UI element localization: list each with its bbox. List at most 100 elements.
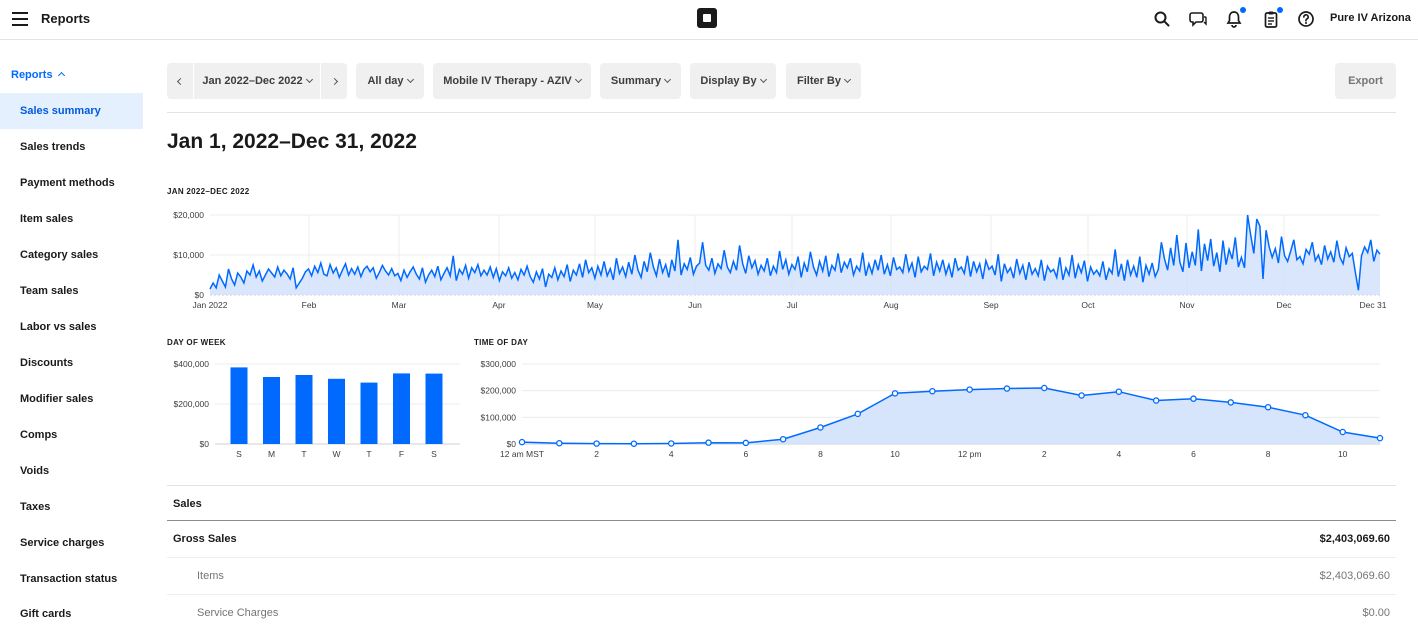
chevron-down-icon: [305, 75, 313, 84]
yearly-sales-chart: $0 $10,000 $20,000 Jan 2022 Feb Mar Apr May Jun J…: [173, 210, 1387, 310]
x-tick-label: Jun: [688, 300, 702, 310]
notifications-icon[interactable]: [1225, 7, 1246, 28]
chevron-down-icon: [664, 75, 672, 84]
data-point: [779, 435, 787, 443]
x-tick-label: Nov: [1179, 300, 1195, 310]
x-tick-label: 12 am MST: [500, 449, 544, 459]
x-tick-label: Aug: [883, 300, 898, 310]
toolbar-divider: [167, 112, 1396, 113]
x-tick-label: 2: [594, 449, 599, 459]
clipboard-badge: [1277, 7, 1283, 13]
x-tick-label: 8: [818, 449, 823, 459]
sidebar-item-transaction-status[interactable]: Transaction status: [0, 561, 143, 597]
x-tick-label: Dec 31: [1360, 300, 1387, 310]
data-point: [705, 439, 712, 446]
date-range-label: Jan 2022–Dec 2022: [202, 75, 303, 87]
day-of-week-chart-title: DAY OF WEEK: [167, 338, 226, 347]
sidebar-item-item-sales[interactable]: Item sales: [0, 201, 143, 237]
display-by-label: Display By: [700, 75, 757, 87]
data-point: [1115, 388, 1123, 395]
x-tick-label: 6: [1191, 449, 1196, 459]
sidebar-item-taxes[interactable]: Taxes: [0, 489, 143, 525]
sidebar-header-reports[interactable]: Reports: [11, 69, 65, 81]
x-tick-label: Mar: [392, 300, 407, 310]
x-tick-label: S: [236, 449, 242, 459]
page-title: Jan 1, 2022–Dec 31, 2022: [167, 130, 417, 153]
y-tick-label: $300,000: [481, 359, 517, 369]
chevron-up-icon: [57, 71, 65, 80]
sidebar-item-team-sales[interactable]: Team sales: [0, 273, 143, 309]
top-bar: Reports Pure IV Arizona: [0, 0, 1418, 40]
square-logo-icon[interactable]: [697, 8, 717, 28]
sidebar-item-service-charges[interactable]: Service charges: [0, 525, 143, 561]
x-tick-label: May: [587, 300, 604, 310]
x-tick-label: 2: [1042, 449, 1047, 459]
location-dropdown[interactable]: Mobile IV Therapy - AZIV: [433, 63, 591, 99]
x-tick-label: 4: [669, 449, 674, 459]
table-row: Items $2,403,069.60: [167, 558, 1396, 595]
data-point: [1264, 403, 1272, 411]
sidebar-item-sales-summary[interactable]: Sales summary: [0, 93, 143, 129]
app-title: Reports: [41, 11, 91, 26]
x-tick-label: Jul: [787, 300, 798, 310]
y-tick-label: $200,000: [481, 386, 517, 396]
sales-table-header: Sales: [167, 485, 1396, 521]
export-button[interactable]: Export: [1335, 63, 1396, 99]
date-range-dropdown[interactable]: Jan 2022–Dec 2022: [194, 63, 320, 99]
clipboard-icon[interactable]: [1262, 7, 1283, 28]
chevron-down-icon: [406, 75, 414, 84]
bar: [393, 373, 410, 444]
search-icon[interactable]: [1153, 10, 1171, 28]
y-tick-label: $400,000: [174, 359, 210, 369]
prev-range-button[interactable]: [167, 63, 193, 99]
menu-icon[interactable]: [12, 12, 28, 26]
series-area: [522, 388, 1380, 444]
row-value: $2,403,069.60: [1319, 533, 1390, 545]
time-dropdown[interactable]: All day: [356, 63, 424, 99]
time-of-day-chart-title: TIME OF DAY: [474, 338, 529, 347]
messages-icon[interactable]: [1189, 10, 1207, 28]
help-icon[interactable]: [1297, 10, 1315, 28]
data-point: [1041, 384, 1048, 392]
bar: [328, 378, 345, 444]
data-point: [518, 438, 526, 446]
sidebar-item-sales-trends[interactable]: Sales trends: [0, 129, 143, 165]
data-point: [891, 390, 899, 397]
row-label: Service Charges: [197, 607, 279, 619]
row-label: Gross Sales: [173, 533, 237, 545]
next-range-button[interactable]: [321, 63, 347, 99]
row-value: $2,403,069.60: [1319, 570, 1390, 582]
chevron-down-icon: [759, 75, 767, 84]
data-point: [929, 387, 936, 395]
x-tick-label: Feb: [302, 300, 317, 310]
sidebar-item-gift-cards[interactable]: Gift cards: [0, 596, 143, 630]
y-tick-label: $0: [195, 290, 205, 300]
sidebar-item-category-sales[interactable]: Category sales: [0, 237, 143, 273]
bar: [425, 373, 443, 444]
sidebar-item-modifier-sales[interactable]: Modifier sales: [0, 381, 143, 417]
sidebar-item-discounts[interactable]: Discounts: [0, 345, 143, 381]
x-tick-label: M: [268, 449, 275, 459]
sidebar-item-payment-methods[interactable]: Payment methods: [0, 165, 143, 201]
row-value: $0.00: [1362, 607, 1390, 619]
time-label: All day: [367, 75, 404, 87]
display-by-dropdown[interactable]: Display By: [690, 63, 776, 99]
x-tick-label: W: [332, 449, 340, 459]
sidebar-item-labor-vs-sales[interactable]: Labor vs sales: [0, 309, 143, 345]
filter-by-dropdown[interactable]: Filter By: [786, 63, 861, 99]
x-tick-label: 8: [1266, 449, 1271, 459]
y-tick-label: $20,000: [173, 210, 204, 220]
data-point: [667, 440, 675, 447]
chevron-left-icon: [176, 77, 184, 86]
account-name[interactable]: Pure IV Arizona: [1330, 12, 1411, 24]
x-tick-label: Dec: [1276, 300, 1292, 310]
data-point: [1227, 399, 1235, 406]
sidebar-item-comps[interactable]: Comps: [0, 417, 143, 453]
view-label: Summary: [610, 75, 662, 87]
y-tick-label: $0: [507, 439, 517, 449]
sidebar-item-voids[interactable]: Voids: [0, 453, 143, 489]
sidebar: Reports Sales summary Sales trends Payme…: [0, 40, 150, 630]
data-point: [1190, 395, 1197, 402]
x-tick-label: Oct: [1081, 300, 1095, 310]
view-dropdown[interactable]: Summary: [600, 63, 681, 99]
